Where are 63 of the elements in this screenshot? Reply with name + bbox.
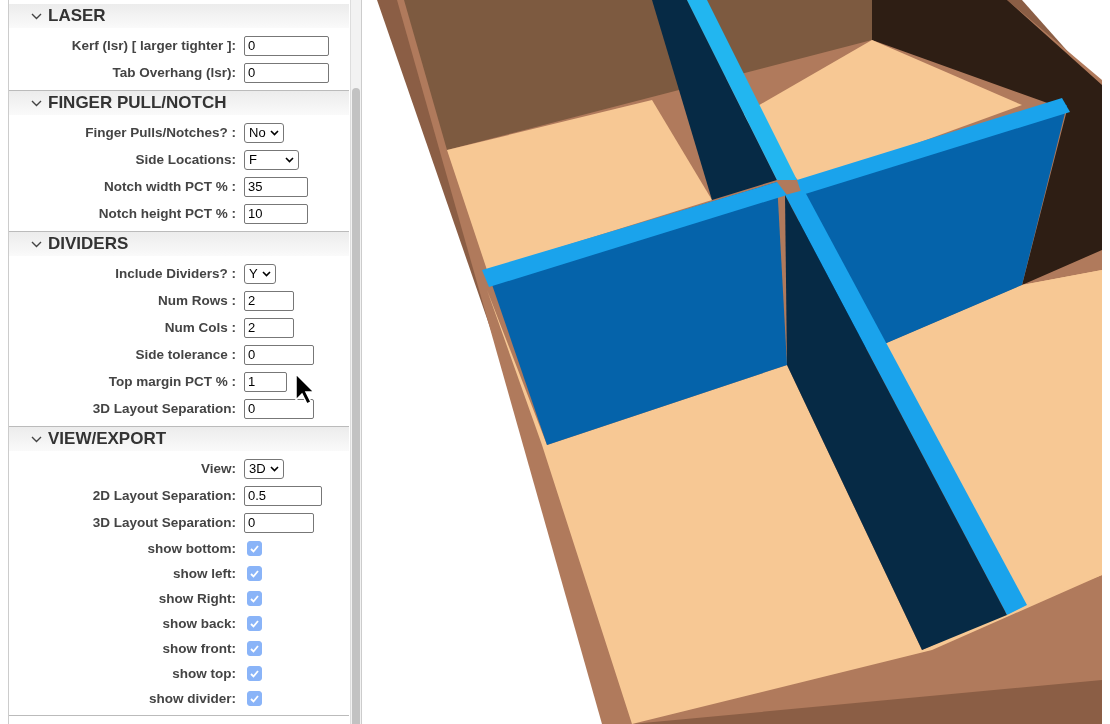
checkmark-icon <box>250 619 259 628</box>
checkmark-icon <box>250 544 259 553</box>
chevron-icon <box>31 435 42 443</box>
field-label: 3D Layout Separation: <box>91 401 236 416</box>
dropdown[interactable]: Y <box>244 263 276 284</box>
checkmark-icon <box>250 594 259 603</box>
text-field[interactable]: 35 <box>244 176 308 197</box>
field-label: show left: <box>172 566 236 581</box>
field-label: Top margin PCT % : <box>107 374 236 389</box>
field-label: show Right: <box>157 591 236 606</box>
field-label: Kerf (lsr) [ larger tighter ]: <box>70 38 236 53</box>
chevron-icon <box>262 270 271 277</box>
text-field[interactable]: 1 <box>244 371 287 392</box>
text-field[interactable]: 0 <box>244 35 329 56</box>
checkbox[interactable] <box>247 641 262 656</box>
chevron-icon <box>31 240 42 248</box>
checkmark-icon <box>250 669 259 678</box>
field-label: View: <box>200 461 236 476</box>
text-field[interactable]: 0 <box>244 512 314 533</box>
field-label: show top: <box>171 666 236 681</box>
checkmark-icon <box>250 644 259 653</box>
field-label: show back: <box>161 616 236 631</box>
field-label: Notch height PCT % : <box>97 206 236 221</box>
text-field[interactable]: 2 <box>244 317 294 338</box>
text-field[interactable]: 2 <box>244 290 294 311</box>
chevron-icon <box>270 465 279 472</box>
section-header[interactable]: VIEW/EXPORT <box>9 427 349 451</box>
text-field[interactable]: 0 <box>244 62 329 83</box>
field-label: 2D Layout Separation: <box>91 488 236 503</box>
section-header[interactable]: FINGER PULL/NOTCH <box>9 91 349 115</box>
checkbox[interactable] <box>247 666 262 681</box>
field-label: Finger Pulls/Notches? : <box>84 125 236 140</box>
field-label: Num Cols : <box>163 320 236 335</box>
chevron-icon <box>285 156 294 163</box>
field-label: show front: <box>161 641 236 656</box>
field-label: Tab Overhang (lsr): <box>111 65 236 80</box>
dropdown[interactable]: No <box>244 122 284 143</box>
chevron-icon <box>31 12 42 20</box>
dropdown[interactable]: F <box>244 149 299 170</box>
field-label: show bottom: <box>146 541 236 556</box>
checkbox[interactable] <box>247 691 262 706</box>
text-field[interactable]: 0.5 <box>244 485 322 506</box>
text-field[interactable]: 10 <box>244 203 308 224</box>
text-field[interactable]: 0 <box>244 398 314 419</box>
field-label: Num Rows : <box>157 293 236 308</box>
section-header[interactable]: LASER <box>9 4 349 28</box>
checkmark-icon <box>250 694 259 703</box>
field-label: show divider: <box>148 691 236 706</box>
field-label: 3D Layout Separation: <box>91 515 236 530</box>
chevron-icon <box>31 99 42 107</box>
checkmark-icon <box>250 569 259 578</box>
field-label: Include Dividers? : <box>114 266 236 281</box>
field-label: Notch width PCT % : <box>103 179 236 194</box>
chevron-icon <box>270 129 279 136</box>
checkbox[interactable] <box>247 616 262 631</box>
checkbox[interactable] <box>247 566 262 581</box>
field-label: Side Locations: <box>134 152 236 167</box>
checkbox[interactable] <box>247 591 262 606</box>
checkbox[interactable] <box>247 541 262 556</box>
field-label: Side tolerance : <box>134 347 236 362</box>
dropdown[interactable]: 3D <box>244 458 284 479</box>
text-field[interactable]: 0 <box>244 344 314 365</box>
section-header[interactable]: DIVIDERS <box>9 232 349 256</box>
